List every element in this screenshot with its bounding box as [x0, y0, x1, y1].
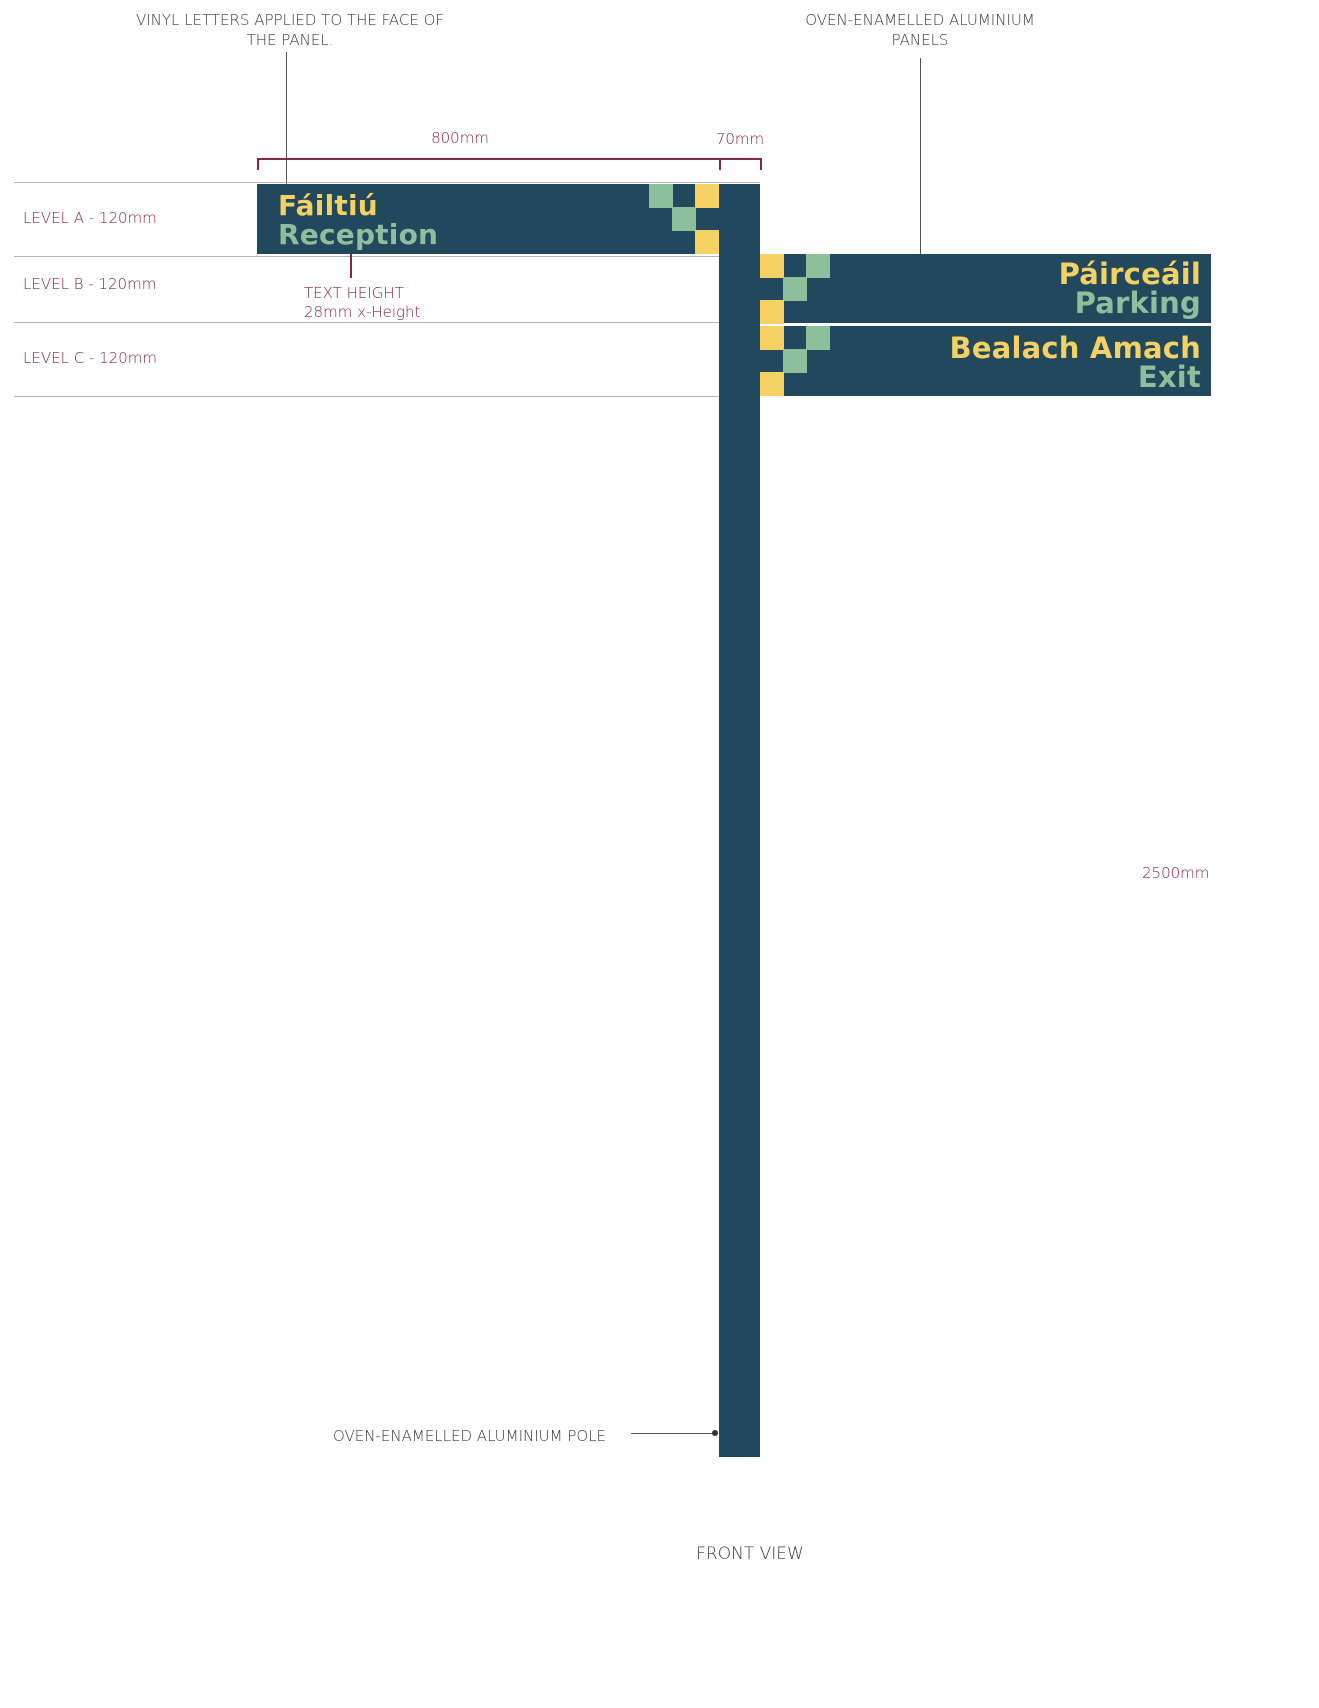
parking-english-text: Parking: [1074, 286, 1201, 320]
pattern-square: [806, 326, 830, 350]
front-view-label: FRONT VIEW: [696, 1544, 804, 1564]
panels-leader: [920, 58, 921, 270]
level-guide-ab: [14, 256, 720, 257]
level-guide-bc: [14, 322, 720, 323]
vinyl-letters-annotation: VINYL LETTERS APPLIED TO THE FACE OF THE…: [135, 11, 445, 49]
text-height-leader: [350, 254, 352, 278]
pattern-square: [672, 207, 696, 231]
level-guide-top: [14, 182, 760, 183]
pole-leader-dot: [712, 1430, 718, 1436]
level-guide-bottom: [14, 396, 720, 397]
level-c-label: LEVEL C - 120mm: [23, 349, 157, 367]
text-height-label-2: 28mm x-Height: [304, 303, 421, 321]
total-height-dimension: 2500mm: [1142, 864, 1210, 882]
width-bracket: [257, 158, 762, 160]
pattern-square: [760, 372, 784, 396]
panel-width-dimension: 800mm: [431, 129, 489, 147]
pattern-square: [783, 349, 807, 373]
bracket-tick-mid: [719, 158, 721, 170]
pattern-square: [806, 254, 830, 278]
pattern-square: [760, 300, 784, 324]
pattern-square: [760, 254, 784, 278]
pattern-square: [760, 326, 784, 350]
pole-width-dimension: 70mm: [715, 130, 765, 148]
exit-english-text: Exit: [1137, 360, 1201, 394]
vinyl-letters-leader: [286, 52, 287, 190]
pole-annotation: OVEN-ENAMELLED ALUMINIUM POLE: [333, 1427, 607, 1445]
level-b-label: LEVEL B - 120mm: [23, 275, 157, 293]
reception-english-text: Reception: [278, 218, 439, 251]
reception-irish-text: Fáiltiú: [278, 189, 378, 222]
sign-pole: [719, 184, 760, 1457]
pattern-square: [649, 184, 673, 208]
panels-annotation: OVEN-ENAMELLED ALUMINIUM PANELS: [805, 11, 1035, 49]
pattern-square: [695, 230, 719, 254]
level-a-label: LEVEL A - 120mm: [23, 209, 157, 227]
bracket-tick-right: [760, 158, 762, 170]
text-height-label-1: TEXT HEIGHT: [304, 284, 404, 302]
pattern-square: [695, 184, 719, 208]
pole-leader: [631, 1433, 715, 1434]
pattern-square: [783, 277, 807, 301]
bracket-tick-left: [257, 158, 259, 170]
